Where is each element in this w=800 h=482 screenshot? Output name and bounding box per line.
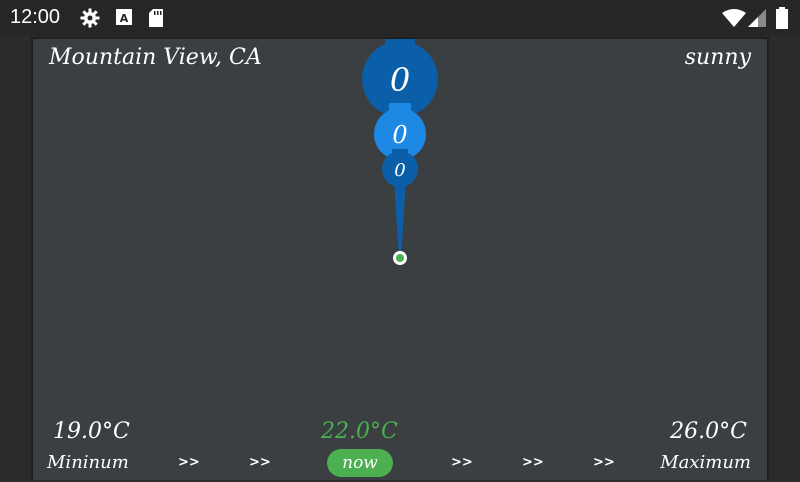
bubble-tail (394, 179, 406, 258)
bubble-label-medium: 0 (392, 121, 407, 149)
wifi-icon (722, 9, 746, 27)
maximum-label: Maximum (660, 452, 751, 473)
status-time: 12:00 (10, 6, 61, 28)
weather-panel: Mountain View, CA sunny 0 0 0 19.0°C 22.… (31, 37, 769, 480)
min-temperature: 19.0°C (53, 419, 130, 444)
sd-card-icon (149, 9, 163, 27)
bubble-label-small: 0 (394, 160, 405, 181)
arrow-separator: >> (451, 455, 473, 470)
bubble-label-large: 0 (390, 61, 410, 99)
current-temperature: 22.0°C (321, 419, 398, 444)
arrow-separator: >> (178, 455, 200, 470)
arrow-separator: >> (249, 455, 271, 470)
max-temperature: 26.0°C (670, 419, 747, 444)
minimum-label: Mininum (47, 452, 129, 473)
svg-text:A: A (120, 12, 129, 25)
battery-icon (776, 7, 788, 29)
forecast-bubble-chain: 0 0 0 (362, 39, 438, 265)
arrow-separator: >> (593, 455, 615, 470)
cell-signal-icon (748, 9, 766, 27)
gear-icon (80, 8, 100, 28)
now-button[interactable]: now (327, 449, 393, 477)
status-bar: 12:00 A (0, 0, 800, 36)
arrow-separator: >> (522, 455, 544, 470)
a-box-icon: A (116, 9, 132, 25)
current-temp-marker-center (396, 254, 404, 262)
